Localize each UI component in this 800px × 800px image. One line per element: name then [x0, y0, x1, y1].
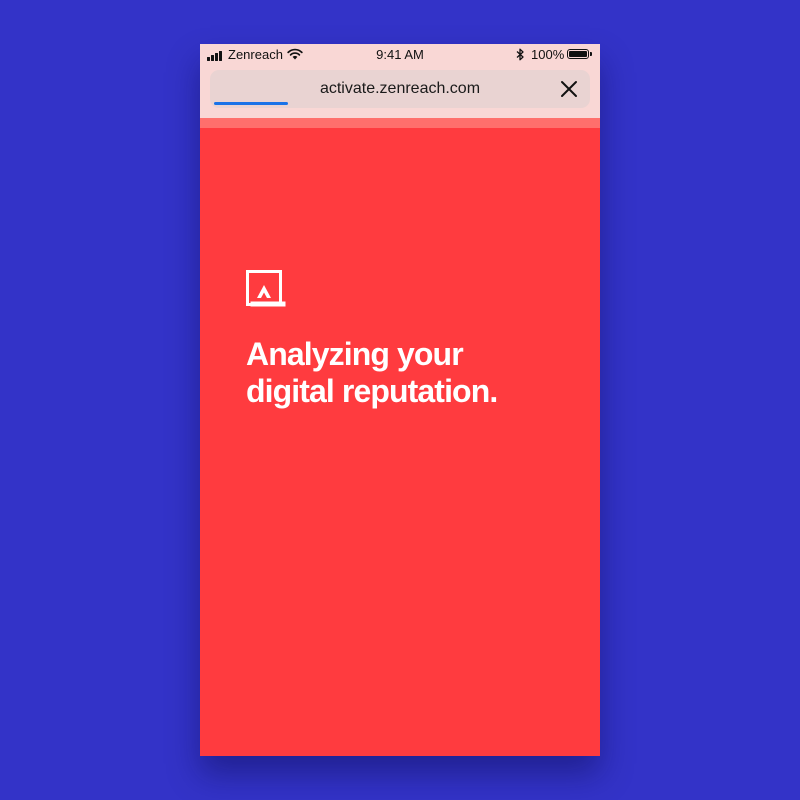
headline-line-2: digital reputation.: [246, 373, 498, 409]
zenreach-logo-icon: [246, 270, 286, 307]
headline-line-1: Analyzing your: [246, 336, 464, 372]
page-load-progress: [214, 102, 288, 105]
main-content: Analyzing your digital reputation.: [246, 270, 576, 410]
url-text: activate.zenreach.com: [319, 80, 481, 97]
status-bar: Zenreach 9:41 AM 100%: [200, 44, 600, 66]
battery-icon: [567, 49, 592, 59]
phone-screen: Zenreach 9:41 AM 100% activate.zenreach.…: [200, 44, 600, 756]
address-bar[interactable]: activate.zenreach.com: [210, 70, 590, 108]
page-headline: Analyzing your digital reputation.: [246, 336, 576, 410]
close-icon[interactable]: [560, 80, 578, 98]
battery-percent: 100%: [531, 47, 565, 62]
bluetooth-icon: [516, 48, 524, 61]
chrome-divider: [200, 118, 600, 128]
browser-chrome: Zenreach 9:41 AM 100% activate.zenreach.…: [200, 44, 600, 118]
